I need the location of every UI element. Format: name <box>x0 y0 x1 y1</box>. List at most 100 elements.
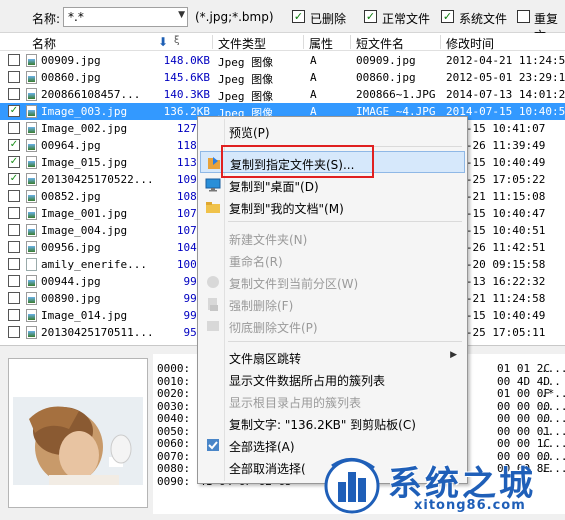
menu-item[interactable]: 预览(P) <box>200 120 465 142</box>
menu-item[interactable]: 文件扇区跳转 ▶ <box>200 346 465 368</box>
file-name: 200866108457... <box>41 88 141 101</box>
file-modified-time: 2012-04-21 11:24:58 <box>446 54 565 67</box>
image-file-icon <box>26 54 37 67</box>
file-name: Image_001.jpg <box>41 207 128 220</box>
file-name: 00964.jpg <box>41 139 101 152</box>
image-file-icon <box>26 241 37 254</box>
image-thumbnail <box>8 358 148 508</box>
hex-offset: 0040: <box>157 412 191 425</box>
copy-to-folder-icon <box>206 155 222 171</box>
file-size: 145.6KB <box>163 71 210 84</box>
column-divider[interactable] <box>440 35 441 49</box>
city-logo-icon <box>324 458 380 514</box>
column-time-header[interactable]: 修改时间 <box>446 35 494 52</box>
system-files-checkbox-label: 系统文件 <box>459 12 508 26</box>
menu-item: 复制文件到当前分区(W) <box>200 271 465 293</box>
watermark-url: xitong86.com <box>414 498 526 513</box>
deleted-checkbox[interactable]: ✓ <box>292 10 305 23</box>
row-checkbox[interactable] <box>8 224 20 236</box>
hex-offset: 0090: <box>157 474 191 488</box>
image-file-icon <box>26 224 37 237</box>
file-name: 00909.jpg <box>41 54 101 67</box>
file-attr: A <box>310 88 317 101</box>
column-header: 名称 ⬇ ξ 文件类型 属性 短文件名 修改时间 <box>0 33 565 51</box>
file-name: 00944.jpg <box>41 275 101 288</box>
column-divider[interactable] <box>212 35 213 49</box>
menu-item-label: 复制文字: "136.2KB" 到剪贴板(C) <box>229 418 416 432</box>
image-file-icon <box>26 190 37 203</box>
hex-offset: 0070: <box>157 449 191 463</box>
row-checkbox[interactable] <box>8 88 20 100</box>
menu-item[interactable]: 复制文字: "136.2KB" 到剪贴板(C) <box>200 412 465 434</box>
row-checkbox[interactable] <box>8 122 20 134</box>
folder-icon <box>205 199 221 215</box>
file-modified-time: 2014-07-13 14:01:25 <box>446 88 565 101</box>
column-short-header[interactable]: 短文件名 <box>356 35 404 52</box>
menu-item: 新建文件夹(N) <box>200 227 465 249</box>
menu-item[interactable]: 复制到"我的文档"(M) <box>200 196 465 218</box>
column-size-header[interactable]: ξ <box>174 35 180 46</box>
menu-item: 重命名(R) <box>200 249 465 271</box>
menu-item-label: 文件扇区跳转 <box>229 352 302 366</box>
name-filter-value: *.* <box>68 10 84 24</box>
file-short-name: 00909.jpg <box>356 54 416 67</box>
table-row[interactable]: 200866108457... 140.3KB Jpeg 图像 A 200866~1.J… <box>0 86 565 103</box>
image-file-icon <box>26 173 37 186</box>
file-short-name: 200866~1.JPG <box>356 88 436 101</box>
duplicate-files-checkbox[interactable] <box>517 10 530 23</box>
file-type: Jpeg 图像 <box>218 56 274 69</box>
thumbnail-photo <box>9 359 147 507</box>
row-checkbox[interactable] <box>8 190 20 202</box>
row-checkbox[interactable] <box>8 54 20 66</box>
chevron-down-icon[interactable]: ▼ <box>178 10 185 20</box>
column-divider[interactable] <box>350 35 351 49</box>
image-file-icon <box>26 71 37 84</box>
menu-item-label: 显示文件数据所占用的簇列表 <box>229 374 386 388</box>
filter-bar: 名称: *.* ▼ (*.jpg;*.bmp) ✓ 已删除 ✓ 正常文件 ✓ 系… <box>0 0 565 43</box>
menu-item-label: 显示根目录占用的簇列表 <box>229 396 362 410</box>
normal-files-checkbox[interactable]: ✓ <box>364 10 377 23</box>
shred-icon <box>205 318 221 334</box>
row-checkbox[interactable]: ✓ <box>8 139 20 151</box>
row-checkbox[interactable] <box>8 71 20 83</box>
menu-item[interactable]: 显示文件数据所占用的簇列表 <box>200 368 465 390</box>
image-file-icon <box>26 326 37 339</box>
sort-arrow-icon: ⬇ <box>158 35 169 49</box>
table-row[interactable]: 00860.jpg 145.6KB Jpeg 图像 A 00860.jpg 2012-05… <box>0 69 565 86</box>
menu-item: 彻底删除文件(P) <box>200 315 465 337</box>
row-checkbox[interactable] <box>8 292 20 304</box>
image-file-icon <box>26 275 37 288</box>
menu-separator <box>228 341 462 342</box>
row-checkbox[interactable] <box>8 275 20 287</box>
submenu-arrow-icon: ▶ <box>450 350 457 360</box>
row-checkbox[interactable] <box>8 207 20 219</box>
file-type: Jpeg 图像 <box>218 73 274 86</box>
table-row[interactable]: 00909.jpg 148.0KB Jpeg 图像 A 00909.jpg 2012-04… <box>0 52 565 69</box>
file-name: 00852.jpg <box>41 190 101 203</box>
file-modified-time: 2012-05-01 23:29:18 <box>446 71 565 84</box>
hex-ascii: .*.. <box>541 387 565 400</box>
row-checkbox[interactable] <box>8 326 20 338</box>
desktop-icon <box>205 177 221 193</box>
column-name-header[interactable]: 名称 <box>32 35 56 52</box>
file-name: Image_014.jpg <box>41 309 128 322</box>
hex-offset: 0080: <box>157 462 191 475</box>
hex-ascii: .... <box>541 362 565 375</box>
column-type-header[interactable]: 文件类型 <box>218 35 266 52</box>
row-checkbox[interactable]: ✓ <box>8 156 20 168</box>
file-size: 148.0KB <box>163 54 210 67</box>
highlight-annotation-box <box>221 145 374 178</box>
image-file-icon <box>26 122 37 135</box>
system-files-checkbox[interactable]: ✓ <box>441 10 454 23</box>
row-checkbox[interactable]: ✓ <box>8 173 20 185</box>
row-checkbox[interactable] <box>8 241 20 253</box>
hex-ascii: .... <box>541 412 565 425</box>
row-checkbox[interactable]: ✓ <box>8 105 20 117</box>
column-attr-header[interactable]: 属性 <box>309 35 333 52</box>
name-filter-combobox[interactable]: *.* ▼ <box>63 7 188 27</box>
column-divider[interactable] <box>303 35 304 49</box>
row-checkbox[interactable] <box>8 309 20 321</box>
row-checkbox[interactable] <box>8 258 20 270</box>
menu-item-label: 重命名(R) <box>229 255 283 269</box>
file-name: Image_003.jpg <box>41 105 128 118</box>
